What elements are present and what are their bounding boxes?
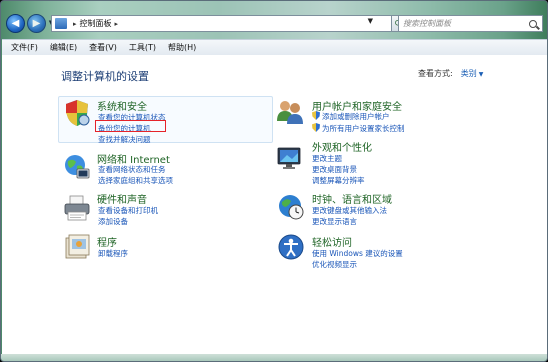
link-parental-controls-text[interactable]: 为所有用户设置家长控制 xyxy=(322,124,405,133)
menu-help[interactable]: 帮助(H) xyxy=(168,42,196,53)
link-change-desktop-background[interactable]: 更改桌面背景 xyxy=(312,164,357,175)
back-button[interactable]: ◀ xyxy=(6,14,25,33)
menu-view[interactable]: 查看(V) xyxy=(89,42,117,53)
forward-arrow-icon: ▶ xyxy=(32,17,41,29)
link-change-display-language[interactable]: 更改显示语言 xyxy=(312,216,357,227)
clock-globe-icon[interactable] xyxy=(276,192,306,222)
programs-icon[interactable] xyxy=(62,232,92,262)
programs-title[interactable]: 程序 xyxy=(97,234,117,249)
content-area: 调整计算机的设置 查看方式: 类别 ▼ 系统和安全 查看您的计算机状态 备份您的计算… xyxy=(2,55,547,356)
link-add-remove-accounts[interactable]: 添加或删除用户帐户 xyxy=(312,111,390,122)
search-input[interactable]: 搜索控制面板 xyxy=(403,18,529,29)
address-text: 控制面板 xyxy=(79,19,112,28)
search-icon[interactable] xyxy=(529,19,537,28)
link-uninstall-program[interactable]: 卸载程序 xyxy=(98,248,128,259)
link-add-device[interactable]: 添加设备 xyxy=(98,216,128,227)
link-optimize-visual-display[interactable]: 优化视频显示 xyxy=(312,259,357,270)
chevron-right-icon[interactable]: ▸ xyxy=(115,20,119,28)
chevron-right-icon: ▸ xyxy=(73,19,77,28)
system-security-title[interactable]: 系统和安全 xyxy=(97,98,147,113)
menu-bar: 文件(F) 编辑(E) 查看(V) 工具(T) 帮助(H) xyxy=(2,39,547,56)
printer-icon[interactable] xyxy=(62,193,92,223)
clock-language-title[interactable]: 时钟、语言和区域 xyxy=(312,191,392,206)
link-find-fix-problems[interactable]: 查找并解决问题 xyxy=(98,134,151,145)
control-panel-icon xyxy=(55,18,67,29)
link-adjust-resolution[interactable]: 调整屏幕分辨率 xyxy=(312,175,365,186)
network-globe-icon[interactable] xyxy=(62,152,92,182)
uac-shield-icon xyxy=(312,111,320,120)
uac-shield-icon xyxy=(312,123,320,132)
window-frame: ◀ ▶ ▼ ▸ 控制面板 ▸ ▼ ⟳ 搜索控制面板 文件(F) 编辑(E) 查看… xyxy=(0,0,548,362)
link-parental-controls[interactable]: 为所有用户设置家长控制 xyxy=(312,123,405,134)
hardware-sound-title[interactable]: 硬件和声音 xyxy=(97,191,147,206)
link-add-remove-accounts-text[interactable]: 添加或删除用户帐户 xyxy=(322,112,390,121)
window-bottom-border xyxy=(1,354,547,361)
link-recommended-settings[interactable]: 使用 Windows 建议的设置 xyxy=(312,248,403,259)
menu-edit[interactable]: 编辑(E) xyxy=(50,42,77,53)
search-box[interactable]: 搜索控制面板 xyxy=(398,15,543,32)
view-by-dropdown[interactable]: 类别 xyxy=(461,69,477,78)
forward-button[interactable]: ▶ xyxy=(27,14,46,33)
appearance-icon[interactable] xyxy=(275,143,305,173)
address-bar[interactable]: ▸ 控制面板 ▸ ▼ xyxy=(51,15,392,32)
link-homegroup-sharing[interactable]: 选择家庭组和共享选项 xyxy=(98,175,173,186)
page-title: 调整计算机的设置 xyxy=(61,70,149,83)
link-devices-printers[interactable]: 查看设备和打印机 xyxy=(98,205,158,216)
link-change-input-method[interactable]: 更改键盘或其他输入法 xyxy=(312,205,387,216)
back-arrow-icon: ◀ xyxy=(11,17,20,29)
link-network-status[interactable]: 查看网络状态和任务 xyxy=(98,164,166,175)
link-change-theme[interactable]: 更改主题 xyxy=(312,153,342,164)
menu-file[interactable]: 文件(F) xyxy=(11,42,38,53)
ease-of-access-icon[interactable] xyxy=(276,232,306,262)
appearance-title[interactable]: 外观和个性化 xyxy=(312,139,372,154)
navigation-buttons: ◀ ▶ ▼ xyxy=(6,14,55,33)
user-accounts-icon[interactable] xyxy=(275,97,305,127)
menu-tools[interactable]: 工具(T) xyxy=(129,42,156,53)
view-by-label: 查看方式: xyxy=(418,69,453,78)
ease-of-access-title[interactable]: 轻松访问 xyxy=(312,234,352,249)
address-dropdown-icon[interactable]: ▼ xyxy=(368,17,373,25)
highlight-box xyxy=(95,120,166,132)
chevron-down-icon[interactable]: ▼ xyxy=(479,71,484,78)
view-by: 查看方式: 类别 ▼ xyxy=(418,68,483,79)
system-security-icon[interactable] xyxy=(62,98,92,128)
